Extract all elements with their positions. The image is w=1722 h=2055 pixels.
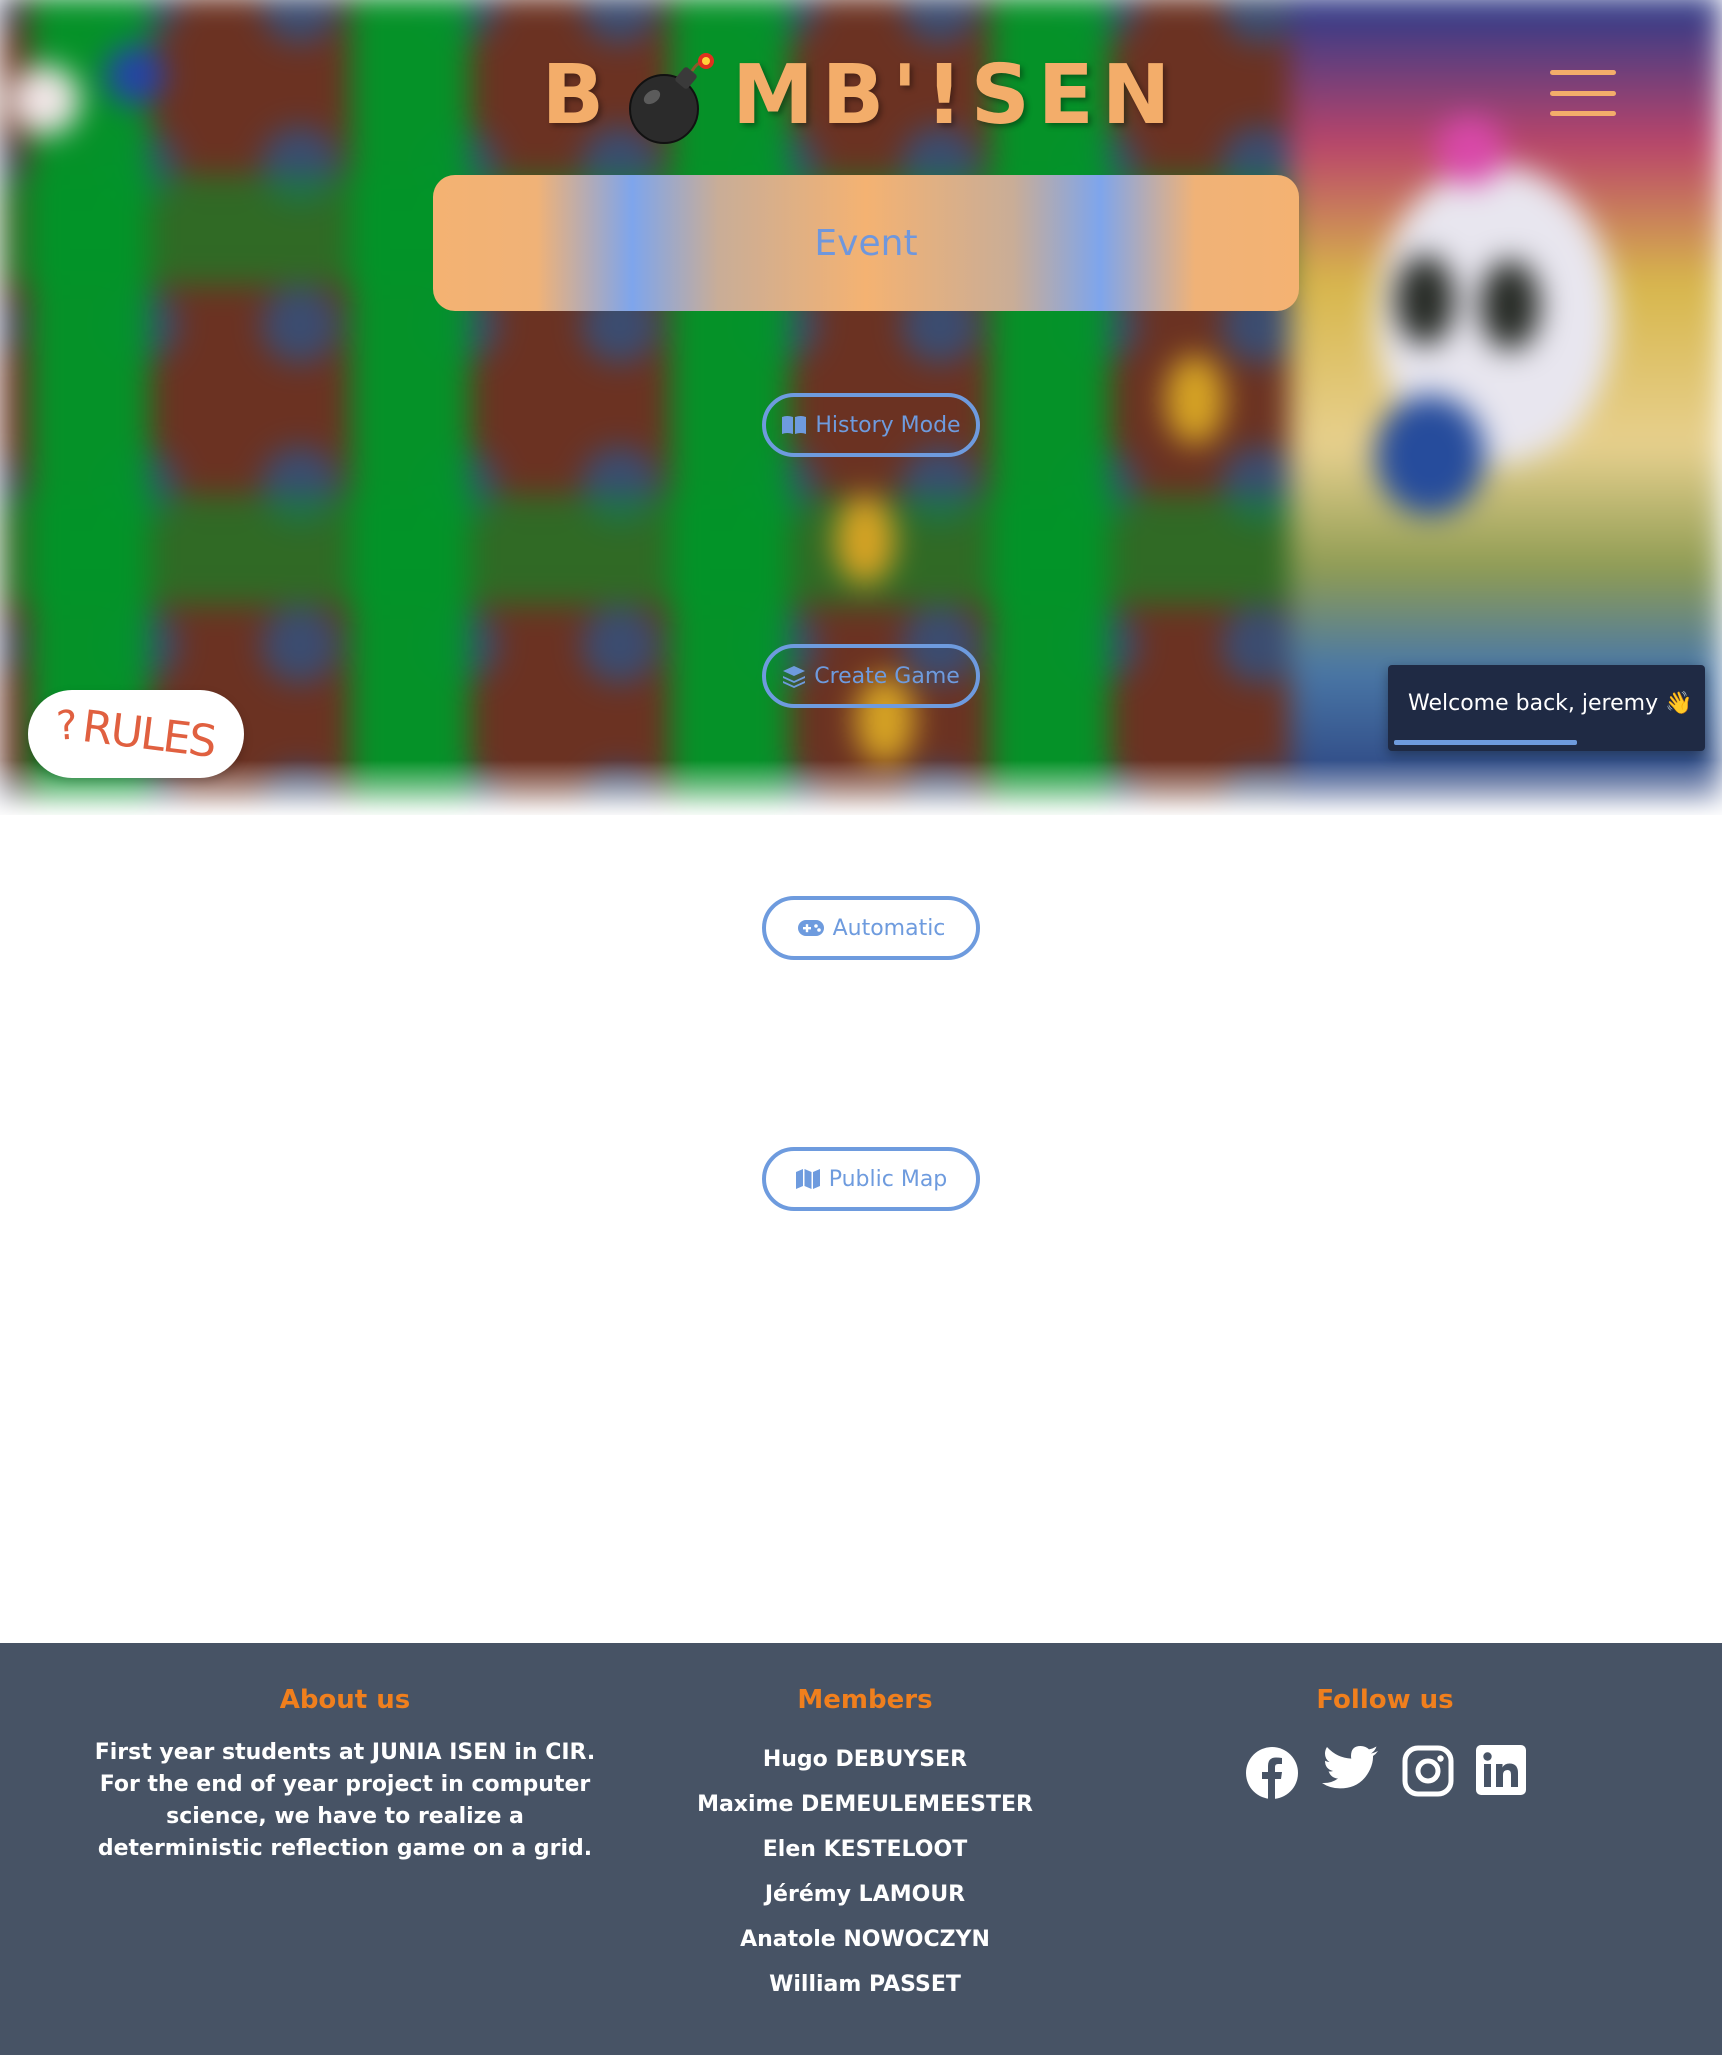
automatic-label: Automatic [832, 915, 946, 941]
hamburger-menu-icon[interactable] [1550, 70, 1616, 116]
site-logo[interactable]: B MB'!SEN [542, 40, 1170, 151]
logo-text-left: B [541, 47, 613, 143]
event-button[interactable]: Event [433, 175, 1299, 311]
toast-progress-bar [1394, 740, 1577, 745]
member-name: Maxime DEMEULEMEESTER [697, 1792, 1033, 1817]
member-name: Elen KESTELOOT [762, 1837, 968, 1862]
question-mark-icon: ? [54, 702, 80, 750]
instagram-icon[interactable] [1402, 1745, 1454, 1805]
history-mode-button[interactable]: History Mode [762, 393, 980, 457]
history-mode-label: History Mode [815, 412, 961, 438]
social-links [1160, 1745, 1610, 1805]
about-section: About us First year students at JUNIA IS… [80, 1685, 610, 1865]
layers-icon [783, 666, 806, 688]
map-icon [795, 1169, 820, 1189]
facebook-icon[interactable] [1244, 1745, 1300, 1805]
welcome-toast[interactable]: Welcome back, jeremy 👋 [1388, 665, 1705, 751]
event-label: Event [814, 222, 918, 264]
automatic-button[interactable]: Automatic [762, 896, 980, 960]
logo-text-right: MB'!SEN [732, 47, 1179, 143]
members-heading: Members [797, 1685, 933, 1715]
member-name: Anatole NOWOCZYN [740, 1927, 990, 1952]
member-name: Hugo DEBUYSER [762, 1747, 968, 1772]
follow-heading: Follow us [1316, 1685, 1454, 1715]
create-game-button[interactable]: Create Game [762, 644, 980, 708]
bomb-icon [622, 51, 722, 151]
follow-section: Follow us [1160, 1685, 1610, 1805]
public-map-button[interactable]: Public Map [762, 1147, 980, 1211]
twitter-icon[interactable] [1322, 1745, 1380, 1805]
gamepad-icon [797, 920, 824, 936]
about-text: First year students at JUNIA ISEN in CIR… [94, 1740, 596, 1861]
public-map-label: Public Map [828, 1166, 948, 1192]
toast-message: Welcome back, jeremy 👋 [1408, 691, 1693, 716]
member-name: William PASSET [769, 1972, 961, 1997]
member-name: Jérémy LAMOUR [764, 1882, 966, 1907]
rules-label: RULES [79, 700, 218, 768]
rules-button[interactable]: ? RULES [28, 690, 244, 778]
create-game-label: Create Game [814, 663, 960, 689]
book-icon [782, 416, 807, 434]
about-heading: About us [279, 1685, 411, 1715]
linkedin-icon[interactable] [1476, 1745, 1526, 1805]
members-section: Members Hugo DEBUYSER Maxime DEMEULEMEES… [665, 1685, 1065, 2007]
footer: About us First year students at JUNIA IS… [0, 1643, 1722, 2055]
